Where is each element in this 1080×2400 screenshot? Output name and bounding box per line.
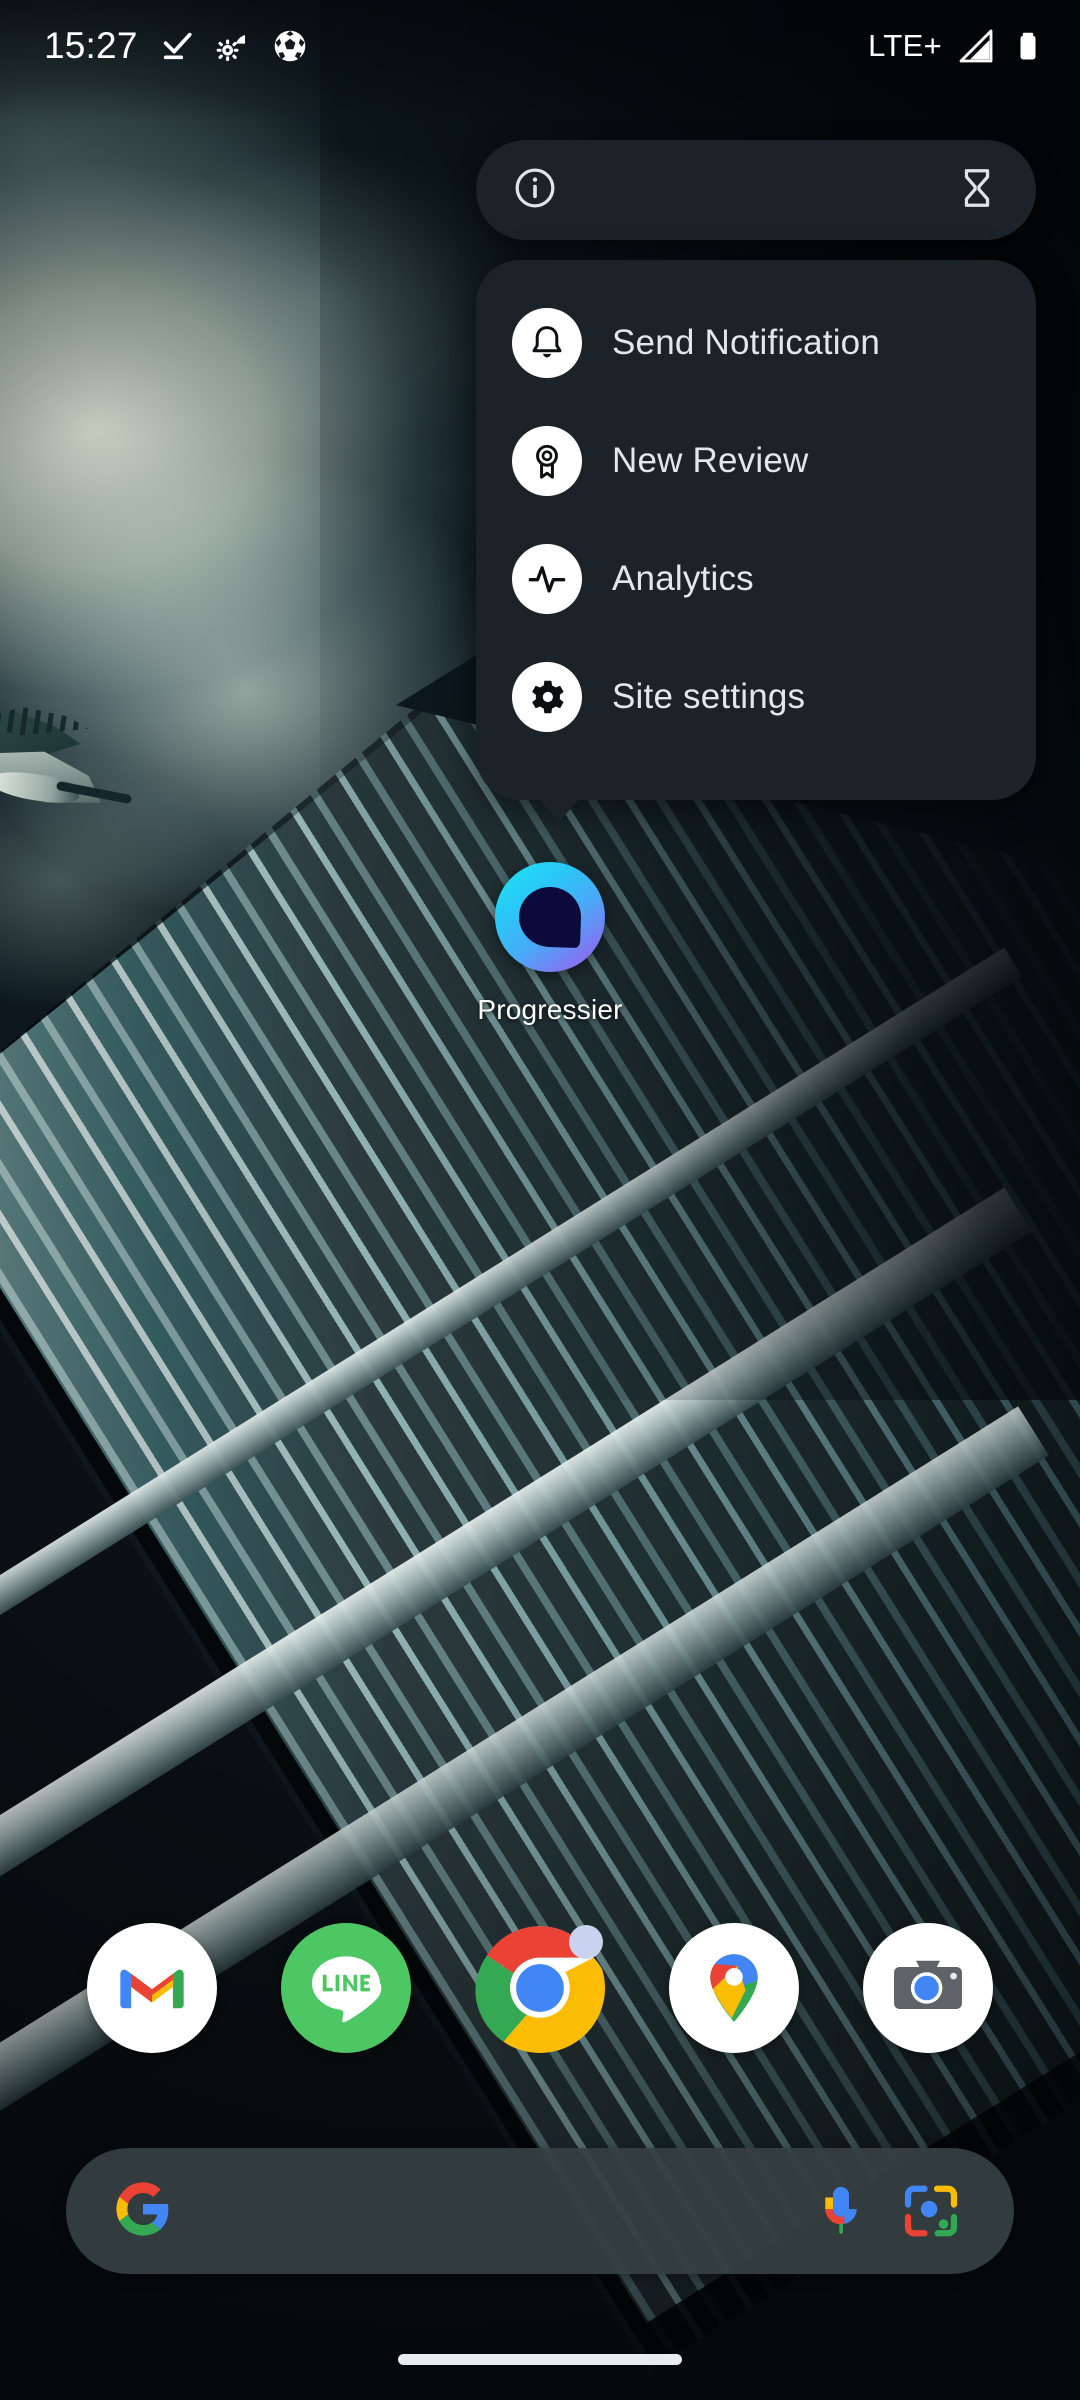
dock-app-line[interactable] (281, 1923, 411, 2053)
gmail-icon (87, 1923, 217, 2053)
menu-item-new-review[interactable]: New Review (476, 412, 1036, 510)
info-icon[interactable] (512, 165, 558, 216)
home-gesture-pill[interactable] (398, 2354, 682, 2365)
battery-icon (1010, 28, 1046, 64)
activity-pulse-icon (512, 544, 582, 614)
camera-icon (863, 1923, 993, 2053)
maps-icon (669, 1923, 799, 2053)
chrome-notification-badge (569, 1925, 603, 1959)
menu-item-label: Analytics (612, 559, 754, 598)
app-shortcut-label: Progressier (477, 994, 623, 1025)
tasks-check-icon (160, 29, 194, 63)
android-home-screen: 15:27 LTE+ Send Notification New Review … (0, 0, 1080, 2400)
dock (0, 1908, 1080, 2068)
progressier-icon[interactable] (495, 862, 605, 972)
dock-app-maps[interactable] (669, 1923, 799, 2053)
status-bar-right: LTE+ (868, 26, 1046, 66)
popup-menu-list: Send Notification New Review Analytics S… (476, 260, 1036, 822)
menu-item-analytics[interactable]: Analytics (476, 530, 1036, 628)
dock-app-chrome[interactable] (475, 1923, 605, 2053)
bell-icon (512, 308, 582, 378)
menu-item-site-settings[interactable]: Site settings (476, 648, 1036, 746)
app-shortcut-progressier[interactable]: Progressier (476, 862, 624, 1026)
microphone-icon[interactable] (806, 2176, 876, 2246)
line-icon (281, 1923, 411, 2053)
app-shortcut-popup: Send Notification New Review Analytics S… (476, 140, 1036, 822)
search-input[interactable] (192, 2148, 786, 2274)
status-clock: 15:27 (44, 25, 138, 66)
popup-header-bar (476, 140, 1036, 240)
network-type-label: LTE+ (868, 28, 942, 63)
google-lens-icon[interactable] (896, 2176, 966, 2246)
signal-icon (956, 26, 996, 66)
dock-app-camera[interactable] (863, 1923, 993, 2053)
popup-pointer-tail (538, 798, 580, 822)
menu-item-label: New Review (612, 441, 809, 480)
status-bar-left: 15:27 (44, 25, 308, 67)
settings-wifi-icon (216, 29, 250, 63)
status-bar: 15:27 LTE+ (0, 0, 1080, 92)
menu-item-label: Send Notification (612, 323, 881, 362)
dock-app-gmail[interactable] (87, 1923, 217, 2053)
google-g-icon (114, 2180, 172, 2243)
gear-icon (512, 662, 582, 732)
menu-item-label: Site settings (612, 677, 806, 716)
soccer-ball-icon (272, 28, 308, 64)
hourglass-icon[interactable] (954, 165, 1000, 216)
menu-item-send-notification[interactable]: Send Notification (476, 294, 1036, 392)
award-medal-icon (512, 426, 582, 496)
google-search-bar[interactable] (66, 2148, 1014, 2274)
